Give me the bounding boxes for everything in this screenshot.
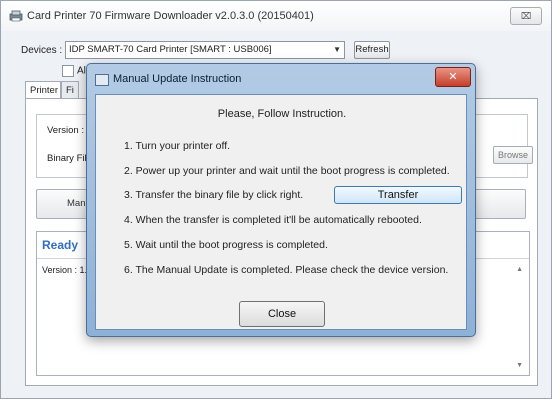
- tab-printer-0[interactable]: Printer [ 0 ]: [25, 81, 76, 99]
- printer-app-icon: [9, 10, 23, 22]
- tab-firmware[interactable]: Fi: [61, 81, 79, 99]
- step-1: 1. Turn your printer off.: [124, 140, 231, 152]
- scroll-up-icon[interactable]: ▲: [516, 266, 523, 273]
- dialog-body: Please, Follow Instruction. 1. Turn your…: [95, 94, 467, 330]
- dialog-title: Manual Update Instruction: [113, 73, 242, 85]
- dialog-close-button[interactable]: ✕: [435, 67, 471, 87]
- step-4: 4. When the transfer is completed it'll …: [124, 214, 422, 226]
- dialog-window-icon: [95, 74, 109, 86]
- step-2: 2. Power up your printer and wait until …: [124, 165, 450, 177]
- close-button[interactable]: Close: [239, 301, 325, 327]
- devices-label: Devices :: [21, 45, 63, 56]
- version-label: Version :: [47, 125, 84, 136]
- dropdown-arrow-icon: ▼: [333, 45, 341, 54]
- allow-checkbox[interactable]: [62, 65, 74, 77]
- status-title: Ready: [42, 238, 79, 252]
- step-6: 6. The Manual Update is completed. Pleas…: [124, 264, 449, 276]
- transfer-button[interactable]: Transfer: [334, 186, 462, 204]
- manual-update-dialog: Manual Update Instruction ✕ Please, Foll…: [86, 63, 476, 337]
- scroll-down-icon[interactable]: ▼: [516, 362, 523, 369]
- step-5: 5. Wait until the boot progress is compl…: [124, 239, 328, 251]
- step-3: 3. Transfer the binary file by click rig…: [124, 189, 304, 201]
- status-version-line: Version : 1.0: [42, 265, 93, 275]
- instruction-header: Please, Follow Instruction.: [217, 108, 347, 120]
- device-select[interactable]: IDP SMART-70 Card Printer [SMART : USB00…: [65, 41, 345, 59]
- app-window: Card Printer 70 Firmware Downloader v2.0…: [0, 0, 552, 399]
- device-select-value: IDP SMART-70 Card Printer [SMART : USB00…: [69, 44, 272, 55]
- window-close-button[interactable]: ⌧: [510, 7, 542, 25]
- title-bar: Card Printer 70 Firmware Downloader v2.0…: [1, 1, 551, 31]
- window-title: Card Printer 70 Firmware Downloader v2.0…: [27, 10, 314, 22]
- refresh-button[interactable]: Refresh: [354, 41, 390, 59]
- browse-button[interactable]: Browse: [493, 146, 533, 164]
